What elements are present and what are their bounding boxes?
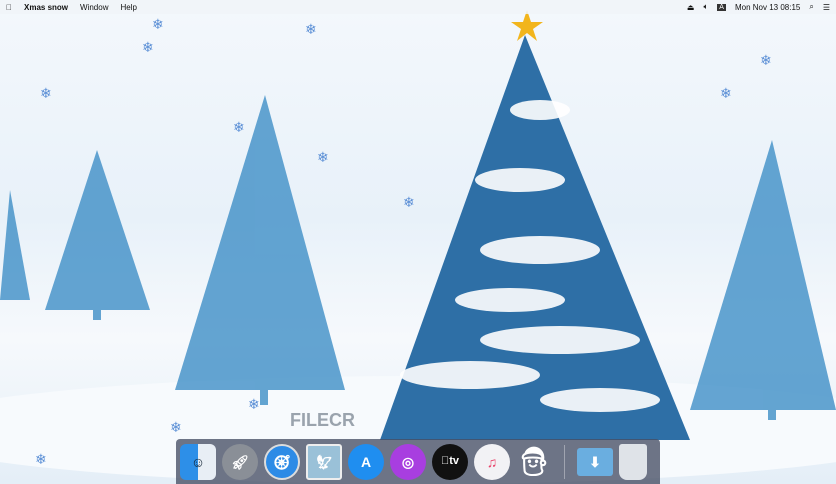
dock-preview[interactable]: 🦅︎ [306,443,342,480]
snowflake-icon: ❄ [403,194,415,210]
snowflake-icon: ❄ [35,451,47,467]
dock-app-store[interactable]: A [348,443,384,480]
dock-podcasts[interactable]: ◎ [390,443,426,480]
dock: ☺ 🚀︎ 🧭︎ 🦅︎ A ◎ tv ♫ 🎅︎ ⬇ [176,439,660,484]
dock-launchpad[interactable]: 🚀︎ [222,443,258,480]
clock[interactable]: Mon Nov 13 08:15 [735,3,800,12]
desktop-wallpaper: ❄ ❄ ❄ ❄ ❄ ❄ ❄ ❄ ❄ ❄ ❄ ❄ [0,0,836,484]
snowflake-icon: ❄ [170,419,182,435]
snowflake-icon: ❄ [720,85,732,101]
snowflake-icon: ❄ [305,21,317,37]
main-christmas-tree [380,10,690,440]
menu-window[interactable]: Window [80,3,108,12]
volume-icon[interactable]: 🔈︎ [703,2,708,12]
snowflake-icon: ❄ [760,52,772,68]
notification-center-icon[interactable]: ☰ [823,3,830,12]
christmas-trees-illustration [0,10,836,484]
snowflake-icon: ❄ [317,149,329,165]
snowflake-icon: ❄ [233,119,245,135]
menu-app-name[interactable]: Xmas snow [24,3,68,12]
dock-music[interactable]: ♫ [474,443,510,480]
snowflake-icon: ❄ [142,39,154,55]
dock-separator [564,444,565,479]
eject-icon[interactable]: ⏏ [687,3,695,12]
snowflake-icon: ❄ [152,16,164,32]
menu-bar:  Xmas snow Window Help ⏏ 🔈︎ A Mon Nov 1… [0,0,836,14]
tv-label: tv [445,455,459,467]
dock-finder[interactable]: ☺ [180,443,216,480]
dock-safari[interactable]: 🧭︎ [264,443,300,480]
star-icon [511,10,543,41]
snowflake-icon: ❄ [40,85,52,101]
dock-downloads-folder[interactable]: ⬇ [577,447,613,476]
apple-menu-icon[interactable]:  [6,3,12,12]
input-source-icon[interactable]: A [717,3,726,11]
dock-xmas-snow[interactable]: 🎅︎ [516,444,552,480]
spotlight-search-icon[interactable]: ⌕ [809,2,813,12]
snowflake-icon: ❄ [248,396,260,412]
dock-apple-tv[interactable]: tv [432,443,468,480]
menu-help[interactable]: Help [120,3,136,12]
dock-trash[interactable] [619,443,647,480]
watermark: FILECR [290,410,355,430]
